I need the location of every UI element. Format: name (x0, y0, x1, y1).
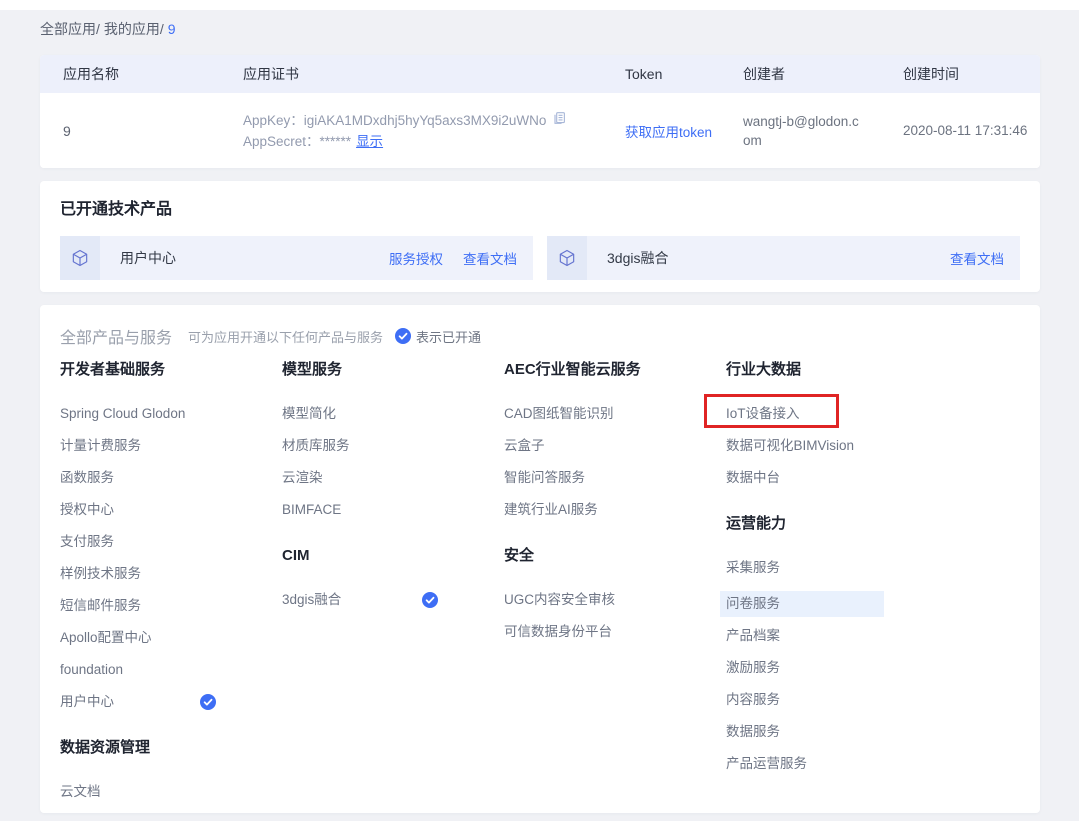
page-background: 全部应用/我的应用/9 应用名称 应用证书 Token 创建者 创建时间 9 A… (0, 10, 1079, 821)
app-cert-cell: AppKey：igiAKA1MDxdhj5hyYq5axs3MX9i2uWNo … (243, 110, 625, 152)
service-group-title: 行业大数据 (726, 360, 948, 380)
created-time: 2020-08-11 17:31:46 (903, 123, 1040, 138)
services-column-1: 开发者基础服务 Spring Cloud Glodon 计量计费服务 函数服务 … (60, 360, 282, 828)
service-item-sms-mail[interactable]: 短信邮件服务 (60, 597, 216, 615)
services-column-3: AEC行业智能云服务 CAD图纸智能识别 云盒子 智能问答服务 建筑行业AI服务… (504, 360, 726, 828)
services-column-4: 行业大数据 IoT设备接入 数据可视化BIMVision 数据中台 运营能力 采… (726, 360, 948, 828)
opened-product-user-center: 用户中心 服务授权 查看文档 (60, 236, 533, 280)
service-item-user-center[interactable]: 用户中心 (60, 693, 216, 711)
service-item-smart-qa[interactable]: 智能问答服务 (504, 469, 660, 487)
service-item-incentive[interactable]: 激励服务 (726, 659, 882, 677)
all-services-title: 全部产品与服务 (60, 324, 172, 348)
legend-label: 表示已开通 (416, 327, 481, 346)
service-item-bimvision[interactable]: 数据可视化BIMVision (726, 437, 882, 455)
creator-email: wangtj-b@glodon.com (743, 112, 903, 150)
service-item-product-archive[interactable]: 产品档案 (726, 627, 882, 645)
service-item-auth-center[interactable]: 授权中心 (60, 501, 216, 519)
service-item-apollo[interactable]: Apollo配置中心 (60, 629, 216, 647)
service-item-cad-recognition[interactable]: CAD图纸智能识别 (504, 405, 660, 423)
product-name: 用户中心 (120, 248, 176, 268)
col-header-app-name: 应用名称 (63, 64, 243, 84)
service-item-iot-access[interactable]: IoT设备接入 (726, 405, 882, 423)
service-item-model-simplify[interactable]: 模型简化 (282, 405, 438, 423)
service-group-title: 模型服务 (282, 360, 504, 380)
service-item-bimface[interactable]: BIMFACE (282, 501, 438, 519)
appsecret-masked: AppSecret：****** (243, 131, 351, 152)
service-item-data-service[interactable]: 数据服务 (726, 723, 882, 741)
app-table-card: 应用名称 应用证书 Token 创建者 创建时间 9 AppKey：igiAKA… (40, 55, 1040, 168)
opened-products-card: 已开通技术产品 用户中心 服务授权 查看文档 3dgis融合 查看文档 (40, 181, 1040, 292)
service-item-ugc-audit[interactable]: UGC内容安全审核 (504, 591, 660, 609)
table-row: 9 AppKey：igiAKA1MDxdhj5hyYq5axs3MX9i2uWN… (40, 93, 1040, 168)
service-group-title: 安全 (504, 546, 726, 566)
service-group-title: 数据资源管理 (60, 738, 282, 758)
appkey-value: AppKey：igiAKA1MDxdhj5hyYq5axs3MX9i2uWNo (243, 110, 546, 131)
service-item-sample-tech[interactable]: 样例技术服务 (60, 565, 216, 583)
col-header-app-cert: 应用证书 (243, 64, 625, 84)
opened-product-3dgis: 3dgis融合 查看文档 (547, 236, 1020, 280)
cube-icon (60, 236, 100, 280)
app-table-header: 应用名称 应用证书 Token 创建者 创建时间 (40, 55, 1040, 93)
service-item-metering[interactable]: 计量计费服务 (60, 437, 216, 455)
get-token-link[interactable]: 获取应用token (625, 125, 712, 140)
service-item-spring-cloud[interactable]: Spring Cloud Glodon (60, 405, 216, 423)
copy-icon[interactable] (552, 110, 567, 131)
col-header-creator: 创建者 (743, 64, 903, 84)
service-item-trusted-identity[interactable]: 可信数据身份平台 (504, 623, 660, 641)
service-item-collection[interactable]: 采集服务 (726, 559, 882, 577)
app-name: 9 (63, 123, 243, 139)
breadcrumb-all-apps[interactable]: 全部应用/ (40, 21, 100, 37)
show-secret-link[interactable]: 显示 (356, 131, 383, 152)
cube-icon (547, 236, 587, 280)
service-auth-link[interactable]: 服务授权 (389, 248, 443, 268)
service-item-content[interactable]: 内容服务 (726, 691, 882, 709)
check-icon (200, 694, 216, 710)
all-services-card: 全部产品与服务 可为应用开通以下任何产品与服务 表示已开通 开发者基础服务 Sp… (40, 305, 1040, 813)
check-icon (422, 592, 438, 608)
view-docs-link[interactable]: 查看文档 (463, 248, 517, 268)
service-group-title: CIM (282, 546, 504, 566)
service-item-cloud-doc[interactable]: 云文档 (60, 783, 216, 801)
all-services-subtitle: 可为应用开通以下任何产品与服务 (188, 327, 383, 346)
legend: 表示已开通 (395, 327, 481, 346)
service-item-product-ops[interactable]: 产品运营服务 (726, 755, 882, 773)
breadcrumb: 全部应用/我的应用/9 (40, 20, 1040, 38)
service-item-cloud-box[interactable]: 云盒子 (504, 437, 660, 455)
col-header-created-time: 创建时间 (903, 64, 1040, 84)
col-header-token: Token (625, 66, 743, 82)
service-item-3dgis[interactable]: 3dgis融合 (282, 591, 438, 609)
opened-products-title: 已开通技术产品 (60, 199, 1020, 220)
service-item-payment[interactable]: 支付服务 (60, 533, 216, 551)
service-group-title: 开发者基础服务 (60, 360, 282, 380)
service-item-cloud-render[interactable]: 云渲染 (282, 469, 438, 487)
service-item-survey[interactable]: 问卷服务 (720, 591, 884, 617)
product-name: 3dgis融合 (607, 248, 668, 268)
check-icon (395, 328, 411, 344)
breadcrumb-current-app: 9 (168, 21, 176, 37)
services-column-2: 模型服务 模型简化 材质库服务 云渲染 BIMFACE CIM 3dgis融合 (282, 360, 504, 828)
service-item-material-lib[interactable]: 材质库服务 (282, 437, 438, 455)
service-item-foundation[interactable]: foundation (60, 661, 216, 679)
service-item-construction-ai[interactable]: 建筑行业AI服务 (504, 501, 660, 519)
breadcrumb-my-apps[interactable]: 我的应用/ (104, 21, 164, 37)
service-group-title: 运营能力 (726, 514, 948, 534)
service-group-title: AEC行业智能云服务 (504, 360, 726, 380)
service-item-data-platform[interactable]: 数据中台 (726, 469, 882, 487)
service-item-function[interactable]: 函数服务 (60, 469, 216, 487)
view-docs-link[interactable]: 查看文档 (950, 248, 1004, 268)
